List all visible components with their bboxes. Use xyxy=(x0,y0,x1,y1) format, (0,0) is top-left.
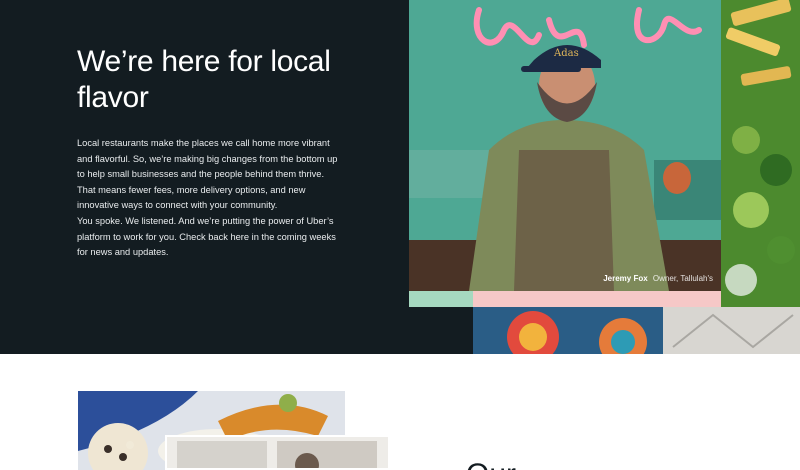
restaurant-owner-illustration: Adas xyxy=(409,0,721,291)
section-heading: Our … xyxy=(466,458,554,470)
tile-photo xyxy=(473,307,800,354)
restaurant-interior-illustration xyxy=(167,437,388,468)
restaurant-interior-photo xyxy=(165,435,390,470)
caption-name: Jeremy Fox xyxy=(603,274,648,283)
photo-caption: Jeremy Fox Owner, Tallulah's xyxy=(603,274,713,283)
hero-paragraph-2: You spoke. We listened. And we’re puttin… xyxy=(77,216,336,257)
salad-illustration xyxy=(721,0,800,307)
pink-strip xyxy=(473,291,721,307)
hero-title: We’re here for local flavor xyxy=(77,45,331,114)
svg-text:Adas: Adas xyxy=(553,48,579,59)
caption-role: Owner, Tallulah's xyxy=(652,274,713,283)
restaurant-owner-photo: Adas Jeremy Fox Owner, Tallulah's xyxy=(409,0,721,291)
mint-strip xyxy=(409,291,473,307)
hero-paragraph-1: Local restaurants make the places we cal… xyxy=(77,138,338,210)
tile-illustration xyxy=(473,307,800,354)
salad-photo xyxy=(721,0,800,307)
